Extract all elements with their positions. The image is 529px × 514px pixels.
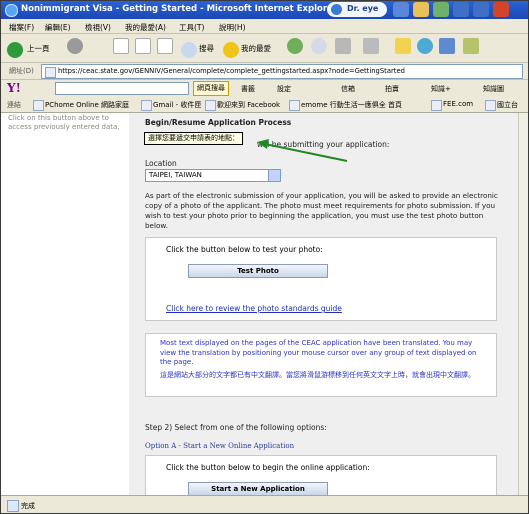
dreye-button[interactable]: Dr. eye <box>327 2 387 17</box>
address-label: 網址(D) <box>9 67 34 75</box>
menu-file[interactable]: 檔案(F) <box>9 22 34 33</box>
browser-window: Nonimmigrant Visa - Getting Started - Mi… <box>0 0 529 514</box>
section-heading: Begin/Resume Application Process <box>145 118 292 127</box>
left-column: Click on this button above to access pre… <box>1 113 129 495</box>
yahoo-item-mail[interactable]: 信箱 <box>341 84 355 94</box>
green-arrow-icon <box>257 139 348 162</box>
main-column: Begin/Resume Application Process will be… <box>129 113 518 495</box>
refresh-icon[interactable] <box>135 38 151 54</box>
vertical-scrollbar[interactable] <box>518 113 528 495</box>
link-page-icon <box>431 100 442 111</box>
links-bar: 連結 PChome Online 網路家庭 Gmail - 收件匣 歡迎來到 F… <box>1 97 528 113</box>
menu-favorites[interactable]: 我的最愛(A) <box>125 22 166 33</box>
back-label: 上一頁 <box>27 44 50 53</box>
status-bar: 完成 <box>1 495 528 513</box>
stop-icon[interactable] <box>113 38 129 54</box>
menu-view[interactable]: 檢視(V) <box>85 22 111 33</box>
star-icon <box>223 42 239 58</box>
translation-note-en: Most text displayed on the pages of the … <box>160 339 477 366</box>
edit-icon[interactable] <box>363 38 379 54</box>
yahoo-item-bookmarks[interactable]: 書籤 <box>241 84 255 94</box>
dreye-icon <box>331 4 342 15</box>
link-fee[interactable]: FEE.com <box>443 100 473 108</box>
maximize-icon[interactable] <box>473 2 489 17</box>
location-value: TAIPEI, TAIWAN <box>149 171 202 179</box>
tool-icon[interactable] <box>413 2 429 17</box>
step2-heading: Step 2) Select from one of the following… <box>145 423 327 432</box>
menu-help[interactable]: 說明(H) <box>219 22 246 33</box>
chevron-down-icon[interactable] <box>268 170 280 181</box>
ie-logo-icon <box>5 4 18 17</box>
yahoo-toolbar: Y! 網頁搜尋 書籤 設定 信箱 拍賣 知識+ 知識圖 <box>1 80 528 98</box>
address-bar: 網址(D) https://ceac.state.gov/GENNIV/Gene… <box>1 63 528 80</box>
yahoo-web-search-button[interactable]: 網頁搜尋 <box>193 81 229 96</box>
yahoo-item-maps[interactable]: 知識圖 <box>483 84 504 94</box>
translation-box: Most text displayed on the pages of the … <box>145 333 497 397</box>
page-content: Click on this button above to access pre… <box>1 113 518 495</box>
link-page-icon <box>485 100 496 111</box>
back-button[interactable]: 上一頁 <box>7 38 65 58</box>
messenger-icon[interactable] <box>417 38 433 54</box>
forward-icon[interactable] <box>67 38 83 54</box>
sidebar-note: Click on this button above to access pre… <box>8 114 120 131</box>
photo-standards-link[interactable]: Click here to review the photo standards… <box>166 304 342 313</box>
search-icon <box>181 42 197 58</box>
test-photo-button[interactable]: Test Photo <box>188 264 328 278</box>
title-bar: Nonimmigrant Visa - Getting Started - Mi… <box>1 1 528 19</box>
menu-bar: 檔案(F) 編輯(E) 檢視(V) 我的最愛(A) 工具(T) 說明(H) <box>1 19 528 34</box>
link-page-icon <box>141 100 152 111</box>
test-photo-instruction: Click the button below to test your phot… <box>166 245 323 254</box>
translate-icon[interactable] <box>393 2 409 17</box>
dictionary-icon[interactable] <box>433 2 449 17</box>
status-text: 完成 <box>21 502 35 510</box>
photo-paragraph: As part of the electronic submission of … <box>145 191 498 230</box>
minimize-icon[interactable] <box>453 2 469 17</box>
yahoo-item-auction[interactable]: 拍賣 <box>385 84 399 94</box>
mail-icon[interactable] <box>311 38 327 54</box>
close-icon[interactable] <box>493 2 509 17</box>
link-page-icon <box>289 100 300 111</box>
favorites-label: 我的最愛 <box>241 44 271 53</box>
link-facebook[interactable]: 歡迎來到 Facebook <box>217 100 280 110</box>
status-page-icon <box>7 500 19 512</box>
print-icon[interactable] <box>335 38 351 54</box>
history-icon[interactable] <box>287 38 303 54</box>
yahoo-search-input[interactable] <box>55 82 189 95</box>
translation-tooltip: 選擇您要遞交申請表的地點： <box>144 132 243 145</box>
link-gmail[interactable]: Gmail - 收件匣 <box>153 100 201 110</box>
address-url: https://ceac.state.gov/GENNIV/General/co… <box>58 67 405 75</box>
translation-note-zh: 這是網站大部分的文字都已有中文翻譯。當您將滑鼠游標移到任何英文文字上時，就會出現… <box>160 371 475 379</box>
dreye-label: Dr. eye <box>347 4 379 13</box>
option-a-heading: Option A - Start a New Online Applicatio… <box>145 442 295 450</box>
test-photo-box: Click the button below to test your phot… <box>145 237 497 321</box>
menu-edit[interactable]: 編輯(E) <box>45 22 71 33</box>
link-ntu[interactable]: 國立台 <box>497 100 518 110</box>
link-pchome[interactable]: PChome Online 網路家庭 <box>45 100 129 110</box>
window-title: Nonimmigrant Visa - Getting Started - Mi… <box>21 4 337 14</box>
back-arrow-icon <box>7 42 23 58</box>
research-icon[interactable] <box>439 38 455 54</box>
yahoo-logo-icon[interactable]: Y! <box>7 81 21 95</box>
toolbar: 上一頁 搜尋 我的最愛 <box>1 34 528 63</box>
links-label: 連結 <box>7 101 21 109</box>
location-label: Location <box>145 159 177 168</box>
start-instruction: Click the button below to begin the onli… <box>166 463 370 472</box>
link-emome[interactable]: emome 行動生活一應俱全 首頁 <box>301 100 402 110</box>
search-label: 搜尋 <box>199 44 214 53</box>
favorites-button[interactable]: 我的最愛 <box>223 38 281 58</box>
start-new-application-button[interactable]: Start a New Application <box>188 482 328 495</box>
location-select[interactable]: TAIPEI, TAIWAN <box>145 169 281 182</box>
link-page-icon <box>205 100 216 111</box>
notes-icon[interactable] <box>395 38 411 54</box>
start-application-box: Click the button below to begin the onli… <box>145 455 497 495</box>
page-icon <box>45 67 56 78</box>
yahoo-item-settings[interactable]: 設定 <box>277 84 291 94</box>
home-icon[interactable] <box>157 38 173 54</box>
menu-tools[interactable]: 工具(T) <box>179 22 204 33</box>
address-field[interactable]: https://ceac.state.gov/GENNIV/General/co… <box>41 64 523 79</box>
yahoo-item-answers[interactable]: 知識+ <box>431 84 451 94</box>
bookmark-icon[interactable] <box>463 38 479 54</box>
link-page-icon <box>33 100 44 111</box>
search-button[interactable]: 搜尋 <box>181 38 221 58</box>
